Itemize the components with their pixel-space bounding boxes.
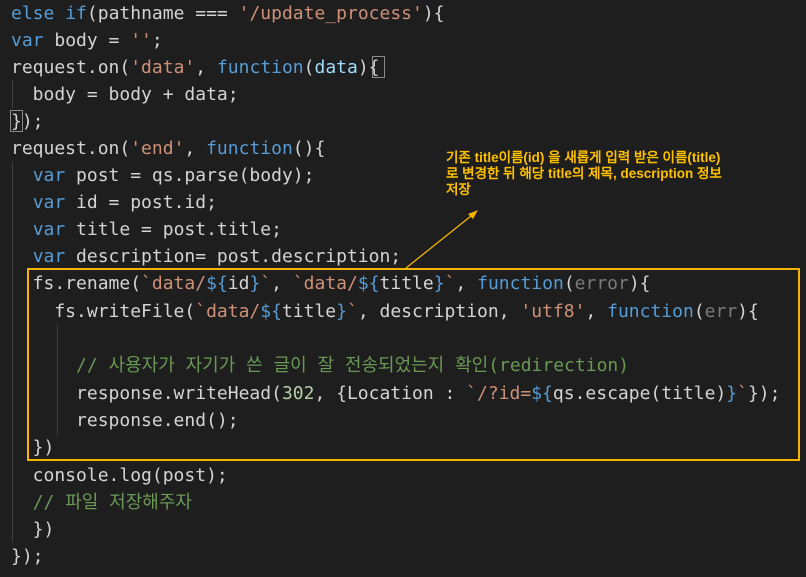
annotation-text: 기존 title이름(id) 을 새롭게 입력 받은 이름(title) 로 변… <box>446 150 722 197</box>
annotation-arrow <box>405 210 478 269</box>
